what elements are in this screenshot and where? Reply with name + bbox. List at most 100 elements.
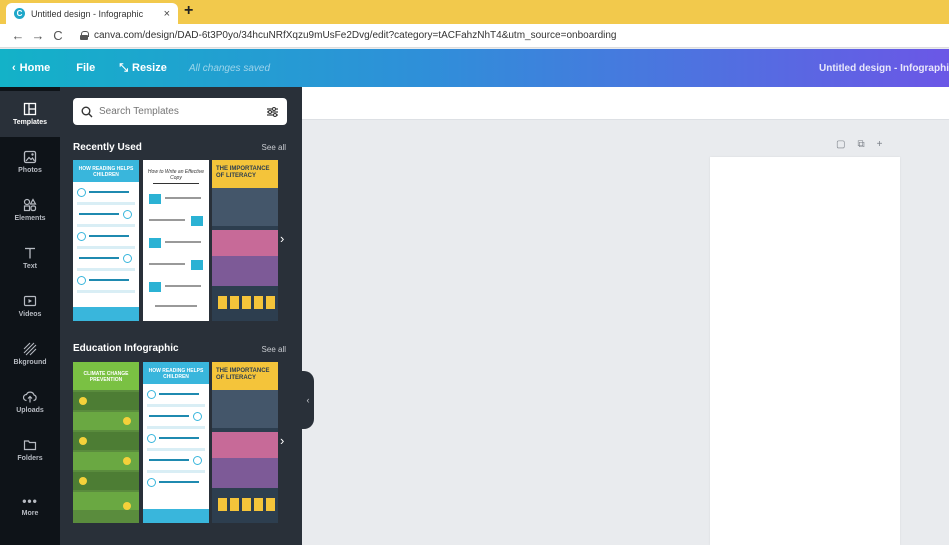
- thumb-block: [266, 296, 275, 309]
- rail-item-uploads[interactable]: Uploads: [0, 379, 60, 425]
- thumb-line: [79, 257, 119, 259]
- rail-label: Text: [23, 263, 37, 270]
- rail-item-text[interactable]: Text: [0, 235, 60, 281]
- thumb-block: [266, 498, 275, 511]
- rail-label: Videos: [18, 311, 42, 318]
- save-status: All changes saved: [188, 62, 271, 74]
- resize-button[interactable]: ⤡ Resize: [119, 62, 167, 75]
- see-all-recently-used[interactable]: See all: [262, 143, 286, 152]
- rail-label: More: [21, 509, 39, 517]
- home-button[interactable]: ‹ Home: [12, 62, 50, 74]
- thumb-line: [165, 241, 201, 243]
- back-icon[interactable]: ←: [8, 28, 28, 43]
- rail-item-elements[interactable]: Elements: [0, 187, 60, 233]
- collapse-panel-button[interactable]: ‹: [302, 371, 314, 429]
- thumb-line: [89, 191, 129, 193]
- template-thumbnail-literacy-2[interactable]: THE IMPORTANCE OF LITERACY: [212, 362, 278, 523]
- thumb-icon: [123, 457, 131, 465]
- thumb-block: [242, 296, 251, 309]
- url-field[interactable]: canva.com/design/DAD-6t3P0yo/34hcuNRfXqz…: [94, 30, 617, 41]
- thumb-line: [77, 290, 135, 293]
- thumb-block: [230, 296, 239, 309]
- thumb-icon: [123, 254, 132, 263]
- template-thumbnail-reading-2[interactable]: HOW READING HELPS CHILDREN: [143, 362, 209, 523]
- see-all-education[interactable]: See all: [262, 345, 286, 354]
- thumb-footer: [143, 509, 209, 523]
- template-thumbnail-literacy[interactable]: THE IMPORTANCE OF LITERACY: [212, 160, 278, 321]
- thumb-icon: [79, 397, 87, 405]
- thumb-line: [149, 415, 189, 417]
- rail-item-videos[interactable]: Videos: [0, 283, 60, 329]
- thumb-line: [155, 305, 197, 307]
- rail-item-photos[interactable]: Photos: [0, 139, 60, 185]
- rail-label: Elements: [14, 215, 46, 222]
- filter-icon[interactable]: [266, 106, 279, 118]
- browser-tab[interactable]: C Untitled design - Infographic ×: [6, 3, 178, 24]
- rail-label: Uploads: [16, 407, 44, 414]
- resize-label: Resize: [132, 62, 167, 74]
- rail-label: Bkground: [13, 359, 47, 366]
- thumb-block: [218, 296, 227, 309]
- background-icon: [23, 342, 37, 356]
- thumb-line: [77, 268, 135, 271]
- next-templates-arrow[interactable]: ›: [280, 231, 284, 246]
- template-thumbnail-climate[interactable]: CLIMATE CHANGE PREVENTION: [73, 362, 139, 523]
- thumb-icon: [193, 456, 202, 465]
- thumb-block: [149, 238, 161, 248]
- thumb-line: [159, 437, 199, 439]
- search-input[interactable]: [99, 106, 266, 117]
- thumb-block: [254, 296, 263, 309]
- template-thumbnail-reading[interactable]: HOW READING HELPS CHILDREN: [73, 160, 139, 321]
- template-title: How to Write an Effective Copy: [147, 169, 205, 181]
- chevron-left-icon: ‹: [12, 62, 16, 74]
- template-title: THE IMPORTANCE OF LITERACY: [216, 368, 270, 381]
- rail-item-background[interactable]: Bkground: [0, 331, 60, 377]
- add-page-icon[interactable]: +: [877, 139, 883, 150]
- address-bar: ← → C canva.com/design/DAD-6t3P0yo/34hcu…: [0, 24, 949, 48]
- thumb-line: [89, 279, 129, 281]
- rail-item-templates[interactable]: Templates: [0, 91, 60, 137]
- forward-icon[interactable]: →: [28, 28, 48, 43]
- rail-item-more[interactable]: ••• More: [0, 483, 60, 529]
- thumb-line: [77, 202, 135, 205]
- search-box[interactable]: [73, 98, 287, 125]
- thumb-icon: [123, 502, 131, 510]
- page-notes-icon[interactable]: ▢: [836, 139, 845, 150]
- thumb-icon: [77, 188, 86, 197]
- thumb-line: [165, 197, 201, 199]
- thumb-icon: [123, 417, 131, 425]
- canva-favicon-icon: C: [14, 8, 25, 19]
- thumb-block: [212, 256, 278, 286]
- template-title: CLIMATE CHANGE PREVENTION: [83, 371, 129, 383]
- thumb-block: [212, 390, 278, 428]
- rail-item-folders[interactable]: Folders: [0, 427, 60, 473]
- template-thumbnail-copy[interactable]: How to Write an Effective Copy: [143, 160, 209, 321]
- design-page-canvas[interactable]: [710, 157, 900, 545]
- thumb-line: [149, 219, 185, 221]
- new-tab-button[interactable]: +: [184, 2, 193, 20]
- next-templates-arrow-2[interactable]: ›: [280, 433, 284, 448]
- reload-icon[interactable]: C: [48, 28, 68, 43]
- tab-close-icon[interactable]: ×: [164, 8, 170, 20]
- thumb-line: [159, 481, 199, 483]
- search-icon: [81, 106, 93, 117]
- browser-tab-strip: C Untitled design - Infographic × +: [0, 0, 949, 24]
- thumb-block: [212, 188, 278, 226]
- thumb-line: [149, 263, 185, 265]
- folders-icon: [23, 440, 37, 451]
- section-title-education: Education Infographic: [73, 343, 179, 354]
- resize-icon: ⤡: [119, 61, 128, 74]
- duplicate-page-icon[interactable]: ⧉: [857, 139, 864, 150]
- thumb-line: [147, 404, 205, 407]
- thumb-icon: [77, 276, 86, 285]
- thumb-icon: [77, 232, 86, 241]
- thumb-line: [147, 426, 205, 429]
- thumb-line: [89, 235, 129, 237]
- file-menu-button[interactable]: File: [76, 62, 95, 74]
- chevron-left-icon: ‹: [306, 395, 310, 405]
- document-title[interactable]: Untitled design - Infographi: [819, 63, 949, 74]
- thumb-block: [242, 498, 251, 511]
- templates-icon: [23, 102, 37, 116]
- lock-icon: [80, 31, 89, 40]
- thumb-line: [159, 393, 199, 395]
